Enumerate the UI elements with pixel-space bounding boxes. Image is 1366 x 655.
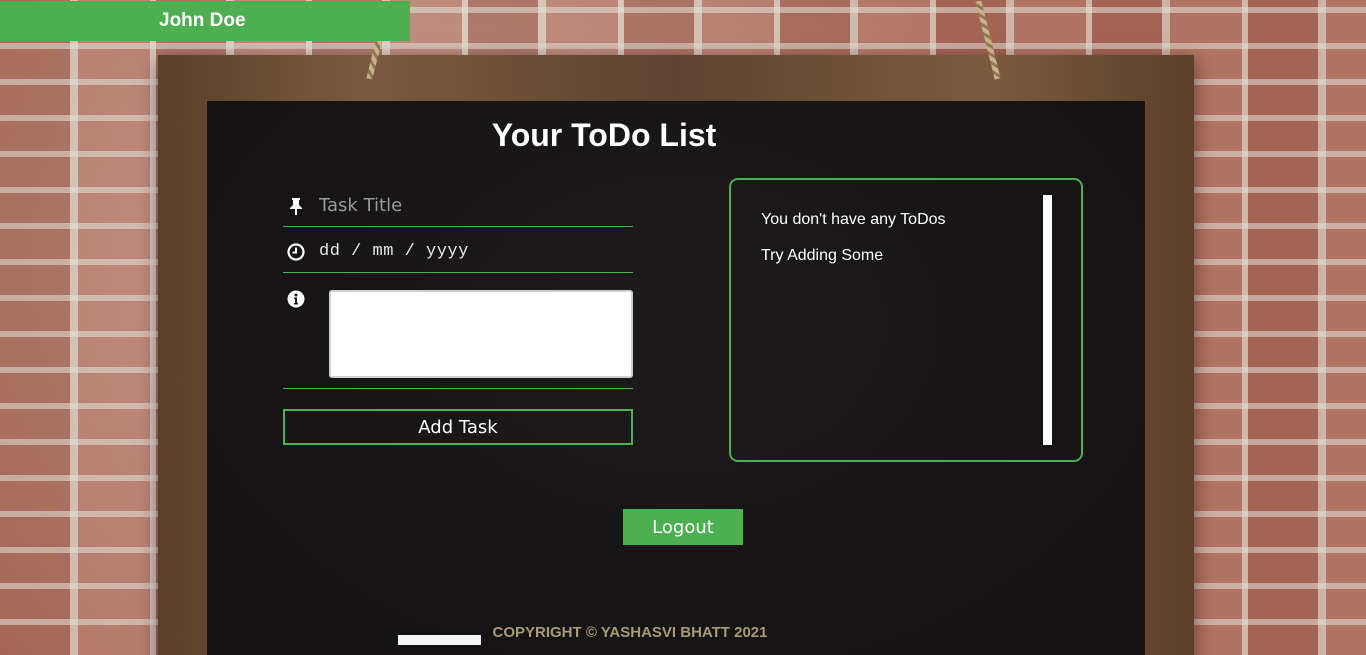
empty-todos-message: You don't have any ToDos <box>761 211 946 228</box>
task-description-textarea[interactable] <box>329 290 633 378</box>
page-title: Your ToDo List <box>491 117 717 153</box>
user-name-bar: John Doe <box>0 1 410 41</box>
clock-icon <box>283 242 309 261</box>
task-description-row <box>283 273 633 389</box>
add-task-form: dd / mm / yyyy Add Task <box>283 185 633 445</box>
todo-list-panel: You don't have any ToDos Try Adding Some <box>729 178 1083 462</box>
user-name: John Doe <box>159 10 246 31</box>
info-icon <box>283 290 309 308</box>
pushpin-icon <box>283 197 309 215</box>
task-date-input[interactable]: dd / mm / yyyy <box>319 242 469 261</box>
todo-list-scrollbar[interactable] <box>1043 195 1052 445</box>
task-date-row: dd / mm / yyyy <box>283 231 633 273</box>
task-title-input[interactable] <box>319 195 619 216</box>
task-title-row <box>283 185 633 227</box>
add-task-button[interactable]: Add Task <box>283 409 633 445</box>
footer-copyright: COPYRIGHT © YASHASVI BHATT 2021 <box>492 624 768 641</box>
empty-todos-hint: Try Adding Some <box>761 247 884 264</box>
logout-button[interactable]: Logout <box>623 509 743 545</box>
